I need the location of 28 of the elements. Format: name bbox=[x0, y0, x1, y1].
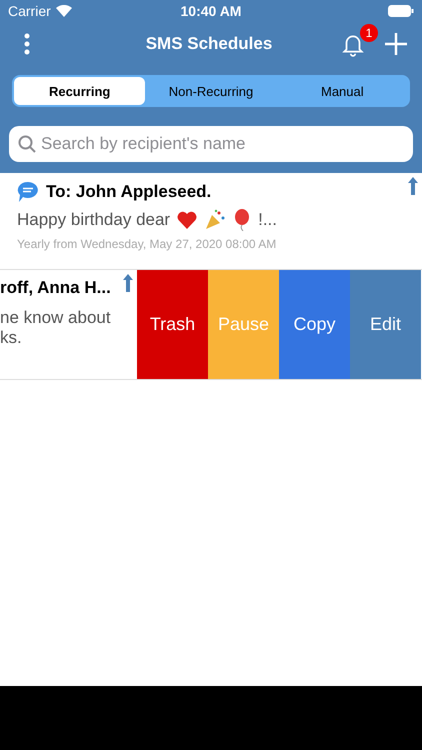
upload-arrow-icon bbox=[123, 274, 133, 292]
search-field[interactable]: Search by recipient's name bbox=[9, 126, 413, 162]
swipe-action-button[interactable]: Trash bbox=[137, 270, 208, 379]
balloon-icon bbox=[233, 209, 252, 231]
add-icon[interactable] bbox=[384, 32, 408, 56]
sms-bubble-icon bbox=[17, 181, 39, 203]
recipient-name: roff, Anna H... bbox=[0, 278, 112, 298]
search-icon bbox=[18, 135, 36, 153]
segment-tab[interactable]: Manual bbox=[276, 77, 408, 105]
party-popper-icon bbox=[204, 209, 226, 231]
heart-icon bbox=[177, 211, 198, 229]
notification-badge: 1 bbox=[360, 24, 378, 42]
more-menu-icon[interactable] bbox=[24, 33, 30, 55]
status-time: 10:40 AM bbox=[180, 3, 242, 19]
carrier-label: Carrier bbox=[8, 3, 51, 19]
message-preview: Happy birthday dear bbox=[17, 210, 170, 230]
screen-title: SMS Schedules bbox=[146, 34, 272, 54]
segment-tab[interactable]: Non-Recurring bbox=[145, 77, 277, 105]
battery-icon bbox=[388, 5, 414, 17]
wifi-icon bbox=[56, 5, 72, 17]
swipe-action-button[interactable]: Copy bbox=[279, 270, 350, 379]
upload-arrow-icon bbox=[408, 177, 418, 195]
segment-tab[interactable]: Recurring bbox=[14, 77, 146, 105]
swipe-action-button[interactable]: Edit bbox=[350, 270, 421, 379]
schedule-text: Yearly from Wednesday, May 27, 2020 08:00 AM bbox=[17, 237, 278, 251]
message-preview: ne know about ks. bbox=[0, 308, 112, 348]
message-ellipsis: !... bbox=[258, 210, 277, 230]
recipient-name: To: John Appleseed. bbox=[46, 182, 212, 202]
